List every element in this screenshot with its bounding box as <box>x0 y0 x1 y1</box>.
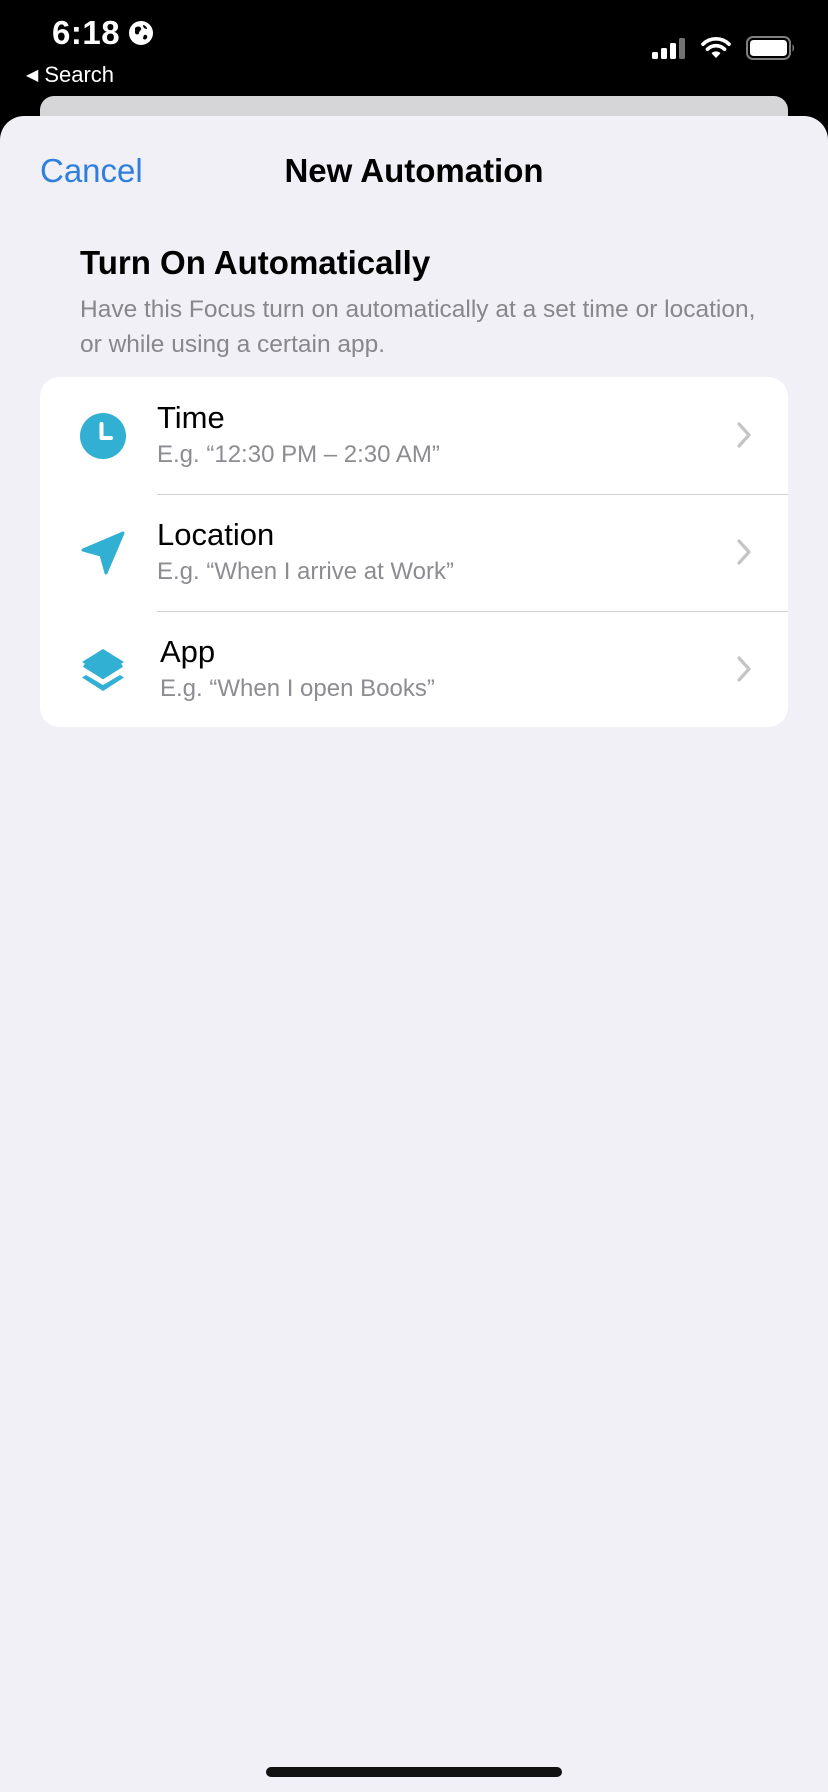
option-location[interactable]: Location E.g. “When I arrive at Work” <box>40 494 788 611</box>
battery-icon <box>746 36 794 60</box>
wifi-icon <box>701 37 731 58</box>
back-triangle-icon: ◀ <box>26 67 39 84</box>
location-arrow-icon <box>81 531 125 575</box>
status-time: 6:18 <box>52 14 121 51</box>
app-stack-icon <box>82 649 124 691</box>
chevron-right-icon <box>737 422 751 448</box>
back-to-search-link[interactable]: ◀ Search <box>26 62 114 88</box>
new-automation-sheet: Cancel New Automation Turn On Automatica… <box>0 116 828 1792</box>
section-header: Turn On Automatically Have this Focus tu… <box>80 244 760 362</box>
option-subtitle: E.g. “12:30 PM – 2:30 AM” <box>157 441 440 468</box>
home-indicator[interactable] <box>266 1767 562 1777</box>
chevron-right-icon <box>737 539 751 565</box>
option-app[interactable]: App E.g. “When I open Books” <box>40 611 788 727</box>
status-icons <box>652 36 796 60</box>
chevron-right-icon <box>737 656 751 682</box>
option-title: Time <box>157 400 225 435</box>
globe-icon <box>129 21 154 45</box>
option-title: App <box>160 634 216 669</box>
section-description: Have this Focus turn on automatically at… <box>80 296 756 358</box>
option-time-text: Time E.g. “12:30 PM – 2:30 AM” <box>157 399 440 471</box>
page-title: New Automation <box>284 152 544 189</box>
clock-icon <box>80 413 126 459</box>
trigger-options-list: Time E.g. “12:30 PM – 2:30 AM” Location … <box>40 377 788 727</box>
option-app-text: App E.g. “When I open Books” <box>160 633 435 705</box>
cellular-signal-icon <box>652 38 685 59</box>
option-time[interactable]: Time E.g. “12:30 PM – 2:30 AM” <box>40 377 788 494</box>
back-link-label: Search <box>44 62 115 87</box>
option-location-text: Location E.g. “When I arrive at Work” <box>157 516 454 588</box>
navigation-bar: Cancel New Automation <box>0 116 828 226</box>
option-subtitle: E.g. “When I open Books” <box>160 675 435 702</box>
section-title: Turn On Automatically <box>80 244 431 281</box>
option-subtitle: E.g. “When I arrive at Work” <box>157 558 454 585</box>
option-title: Location <box>157 517 275 552</box>
status-time-group: 6:18 <box>52 14 154 52</box>
